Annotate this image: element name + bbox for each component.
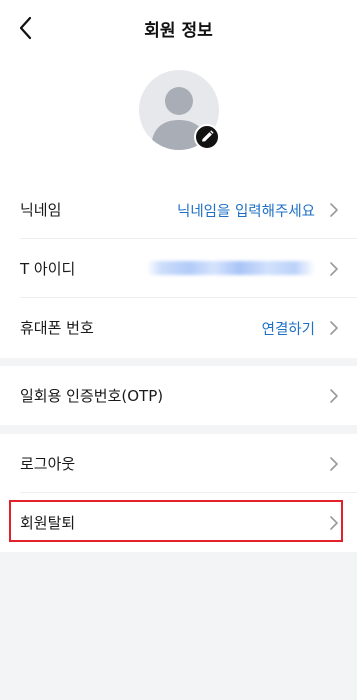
chevron-right-icon (330, 389, 338, 403)
page-title: 회원 정보 (144, 21, 213, 41)
chevron-right-icon (330, 262, 338, 276)
row-t-id[interactable]: T 아이디 (20, 239, 357, 298)
row-otp[interactable]: 일회용 인증번호(OTP) (20, 366, 357, 425)
account-actions-section: 로그아웃 회원탈퇴 (0, 434, 357, 552)
otp-section: 일회용 인증번호(OTP) (0, 366, 357, 425)
otp-label: 일회용 인증번호(OTP) (20, 387, 164, 405)
withdraw-label: 회원탈퇴 (20, 514, 76, 532)
edit-avatar-button[interactable] (194, 124, 220, 150)
nickname-label: 닉네임 (20, 201, 62, 219)
chevron-right-icon (330, 321, 338, 335)
row-logout[interactable]: 로그아웃 (20, 434, 357, 493)
nickname-value: 닉네임을 입력해주세요 (176, 204, 315, 220)
member-info-screen: 회원 정보 닉네임 닉네임을 입력해주세요 T 아이디 휴대폰 번호 연결하기 … (0, 0, 357, 700)
chevron-right-icon (330, 457, 338, 471)
t-id-value-blurred (147, 261, 315, 275)
account-info-section: 닉네임 닉네임을 입력해주세요 T 아이디 휴대폰 번호 연결하기 (0, 180, 357, 358)
header-bar: 회원 정보 (0, 0, 357, 56)
row-nickname[interactable]: 닉네임 닉네임을 입력해주세요 (20, 180, 357, 239)
phone-number-label: 휴대폰 번호 (20, 319, 94, 337)
profile-area (0, 56, 357, 180)
row-withdraw[interactable]: 회원탈퇴 (20, 493, 357, 552)
t-id-label: T 아이디 (20, 260, 76, 278)
row-phone-number[interactable]: 휴대폰 번호 연결하기 (20, 298, 357, 357)
chevron-right-icon (330, 203, 338, 217)
chevron-right-icon (330, 516, 338, 530)
pencil-icon (202, 130, 214, 142)
phone-connect-link[interactable]: 연결하기 (262, 318, 315, 339)
logout-label: 로그아웃 (20, 455, 76, 473)
